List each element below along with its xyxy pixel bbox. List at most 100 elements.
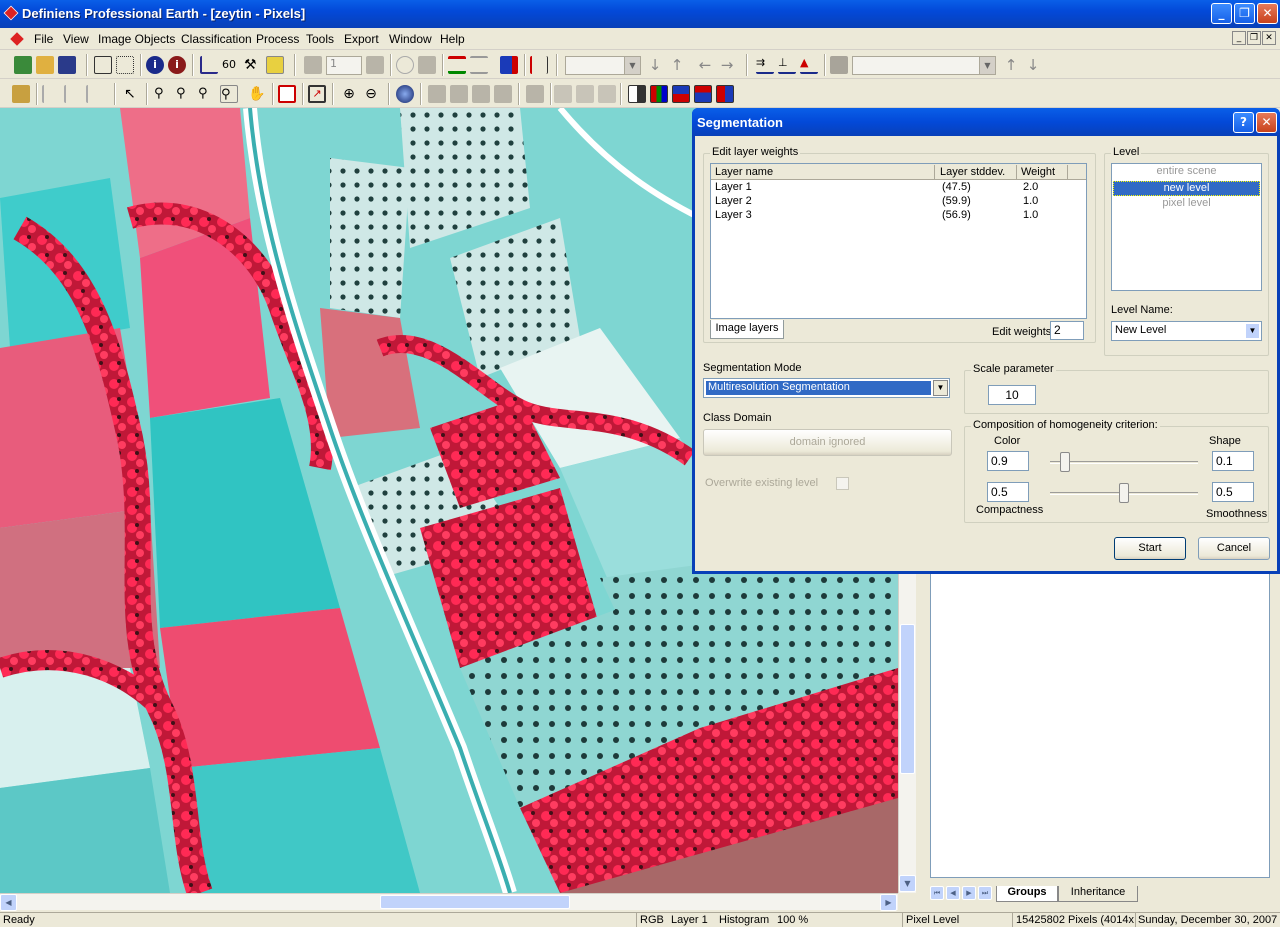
save-project-icon[interactable] (58, 56, 76, 74)
level-item-new-level[interactable]: new level (1113, 181, 1260, 196)
globe-icon[interactable] (396, 85, 414, 103)
arrow-left-icon[interactable]: ← (696, 56, 714, 74)
minimize-button[interactable]: _ (1211, 3, 1232, 24)
compactness-input[interactable]: 0.5 (987, 482, 1029, 502)
menu-classification[interactable]: Classification (181, 32, 252, 46)
arrow-up-icon[interactable]: ↑ (668, 56, 686, 74)
statistics-icon[interactable] (530, 56, 548, 74)
overwrite-checkbox[interactable] (836, 477, 849, 490)
sample-editor-icon[interactable] (200, 56, 218, 74)
menu-image-objects[interactable]: Image Objects (98, 32, 175, 46)
open-image-icon[interactable] (12, 85, 30, 103)
merge-icon[interactable] (418, 56, 436, 74)
zoom-out-icon[interactable]: ⚲ (198, 85, 216, 103)
edit-weights-input[interactable]: 2 (1050, 321, 1084, 340)
menu-help[interactable]: Help (440, 32, 465, 46)
zoom-fit-icon[interactable]: ↗ (308, 85, 326, 103)
arrow-down-icon[interactable]: ↓ (646, 56, 664, 74)
menu-window[interactable]: Window (389, 32, 432, 46)
color-icon[interactable] (830, 56, 848, 74)
mdi-restore-icon[interactable]: ❐ (1247, 31, 1261, 45)
level-list[interactable]: entire scene new level pixel level (1111, 163, 1262, 291)
cancel-button[interactable]: Cancel (1198, 537, 1270, 560)
smoothness-input[interactable]: 0.5 (1212, 482, 1254, 502)
tab-inheritance[interactable]: Inheritance (1058, 886, 1138, 902)
last-tab-icon[interactable]: ⏭ (978, 886, 992, 900)
arrow-down-icon[interactable]: ↓ (1024, 56, 1042, 74)
level-item-entire-scene[interactable]: entire scene (1113, 165, 1260, 180)
table-row[interactable]: Layer 1 (47.5) 2.0 (713, 181, 1085, 195)
shape-input[interactable]: 0.1 (1212, 451, 1254, 471)
table-row[interactable]: Layer 2 (59.9) 1.0 (713, 195, 1085, 209)
tab-image-layers[interactable]: Image layers (710, 320, 784, 339)
prev-tab-icon[interactable]: ◀ (946, 886, 960, 900)
rgb-view-icon[interactable] (650, 85, 668, 103)
pan-hand-icon[interactable]: ✋ (248, 85, 266, 103)
start-button[interactable]: Start (1114, 537, 1186, 560)
info-icon[interactable]: i (146, 56, 164, 74)
scale-input[interactable]: 10 (988, 385, 1036, 405)
level-item-pixel-level[interactable]: pixel level (1113, 197, 1260, 212)
document-icon[interactable] (10, 32, 24, 46)
segmentation-mode-dropdown[interactable]: Multiresolution Segmentation ▼ (703, 378, 950, 398)
vertical-scroll-thumb[interactable] (900, 624, 915, 774)
feature-view-icon[interactable] (116, 56, 134, 74)
tab-groups[interactable]: Groups (996, 886, 1058, 902)
image-view-icon[interactable] (500, 56, 518, 74)
menu-export[interactable]: Export (344, 32, 379, 46)
zoom-in-icon[interactable]: ⚲ (176, 85, 194, 103)
class-dropdown[interactable]: ▼ (565, 56, 641, 75)
menu-process[interactable]: Process (256, 32, 299, 46)
zoom-plus-icon[interactable]: ⊕ (340, 85, 358, 103)
col-layer-stddev[interactable]: Layer stddev. (940, 166, 1005, 178)
process-tree-icon[interactable] (448, 56, 466, 74)
split-icon[interactable]: ⊥ (778, 56, 796, 74)
color-input[interactable]: 0.9 (987, 451, 1029, 471)
layer-mix-icon[interactable] (694, 85, 712, 103)
open-project-icon[interactable] (36, 56, 54, 74)
menu-tools[interactable]: Tools (306, 32, 334, 46)
zoom-area-icon[interactable]: ⚲ (220, 85, 238, 103)
single-layer-icon[interactable] (628, 85, 646, 103)
new-project-icon[interactable] (14, 56, 32, 74)
level-number-field[interactable]: 1 (326, 56, 362, 75)
scroll-down-icon[interactable]: ▼ (899, 875, 916, 892)
tools-icon[interactable]: ⚒ (244, 56, 262, 74)
level-name-dropdown[interactable]: New Level ▼ (1111, 321, 1262, 341)
chevron-down-icon[interactable]: ▼ (1245, 323, 1260, 339)
chevron-down-icon[interactable]: ▼ (933, 380, 948, 396)
process-list-icon[interactable] (470, 56, 488, 74)
zoom-scene-icon[interactable] (278, 85, 296, 103)
class-list[interactable] (930, 572, 1270, 878)
pointer-icon[interactable]: ↖ (124, 85, 142, 103)
menu-view[interactable]: View (63, 32, 89, 46)
target-icon[interactable] (396, 56, 414, 74)
image-horizontal-scrollbar[interactable]: ◀ ▶ (0, 893, 898, 911)
help-button[interactable]: ? (1233, 112, 1254, 133)
restore-button[interactable]: ❐ (1234, 3, 1255, 24)
feature-dropdown[interactable]: ▼ (852, 56, 996, 75)
class-domain-button[interactable]: domain ignored (703, 429, 952, 456)
col-weight[interactable]: Weight (1021, 166, 1055, 178)
mdi-minimize-icon[interactable]: _ (1232, 31, 1246, 45)
zoom-minus-icon[interactable]: ⊖ (362, 85, 380, 103)
horizontal-scroll-thumb[interactable] (380, 895, 570, 909)
level-nav-icon[interactable] (366, 56, 384, 74)
col-layer-name[interactable]: Layer name (715, 166, 773, 178)
next-tab-icon[interactable]: ▶ (962, 886, 976, 900)
object-info-icon[interactable]: i (168, 56, 186, 74)
flag-icon[interactable]: ▲ (800, 56, 818, 74)
classification-view-icon[interactable] (672, 85, 690, 103)
class-hierarchy-icon[interactable] (94, 56, 112, 74)
scroll-left-icon[interactable]: ◀ (0, 894, 17, 911)
first-tab-icon[interactable]: ⏮ (930, 886, 944, 900)
sample-selection-icon[interactable]: 60 (222, 56, 240, 74)
table-row[interactable]: Layer 3 (56.9) 1.0 (713, 209, 1085, 223)
mdi-close-icon[interactable]: ✕ (1262, 31, 1276, 45)
menu-file[interactable]: File (34, 32, 53, 46)
zoom-icon[interactable]: ⚲ (154, 85, 172, 103)
arrow-icon[interactable]: ⇉ (756, 56, 774, 74)
scroll-right-icon[interactable]: ▶ (880, 894, 897, 911)
close-button[interactable]: ✕ (1257, 3, 1278, 24)
report-icon[interactable] (266, 56, 284, 74)
